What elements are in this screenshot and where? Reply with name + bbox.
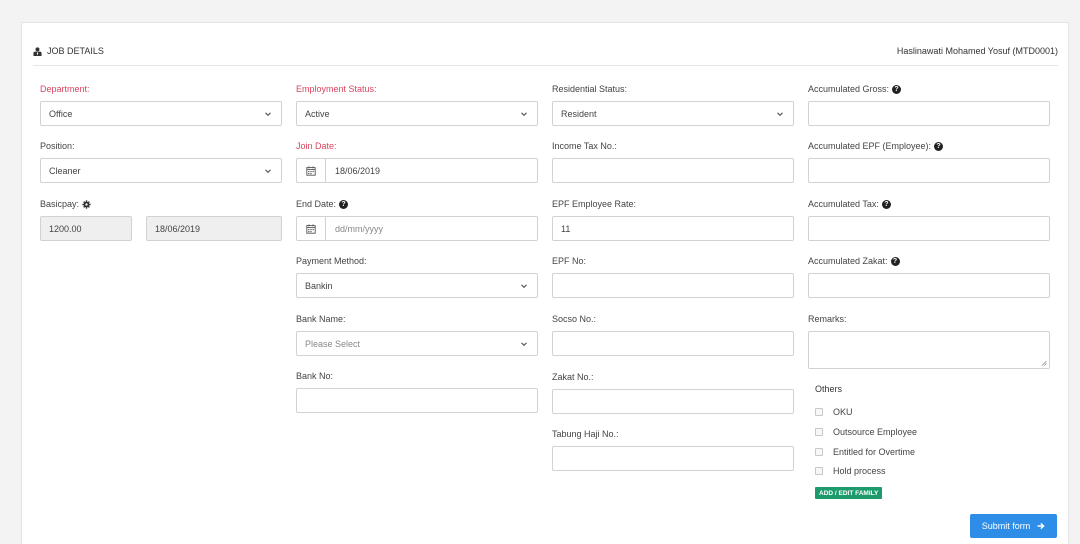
- question-icon[interactable]: ?: [892, 84, 902, 94]
- submit-form-label: Submit form: [981, 521, 1031, 531]
- epf-rate-value: 11: [561, 223, 571, 234]
- chevron-down-icon: [521, 284, 527, 289]
- chevron-down-icon: [521, 112, 527, 117]
- employment-status-value: Active: [305, 108, 330, 119]
- residential-status-value: Resident: [561, 108, 597, 119]
- checkbox-oku[interactable]: OKU: [815, 407, 853, 417]
- income-tax-input[interactable]: [552, 158, 794, 183]
- department-value: Office: [49, 108, 73, 119]
- residential-status-label: Residential Status:: [552, 84, 628, 94]
- department-label: Department:: [40, 84, 90, 94]
- bank-name-label: Bank Name:: [296, 314, 346, 324]
- checkbox-hold-process[interactable]: Hold process: [815, 466, 886, 476]
- tabung-haji-label: Tabung Haji No.:: [552, 429, 619, 439]
- bank-name-select[interactable]: Please Select: [296, 331, 538, 356]
- acc-tax-label: Accumulated Tax: ?: [808, 199, 891, 209]
- join-date-value: 18/06/2019: [335, 165, 381, 176]
- position-value: Cleaner: [49, 165, 81, 176]
- zakat-input[interactable]: [552, 389, 794, 414]
- basicpay-label-text: Basicpay:: [40, 199, 80, 209]
- calendar-icon[interactable]: [297, 217, 326, 240]
- acc-tax-input[interactable]: [808, 216, 1050, 241]
- acc-epf-label: Accumulated EPF (Employee): ?: [808, 141, 944, 151]
- end-date-label: End Date: ?: [296, 199, 349, 209]
- socso-input[interactable]: [552, 331, 794, 356]
- acc-zakat-label: Accumulated Zakat: ?: [808, 256, 900, 266]
- checkbox-entitled-overtime[interactable]: Entitled for Overtime: [815, 447, 915, 457]
- employee-name: Haslinawati Mohamed Yosuf (MTD0001): [896, 46, 1058, 56]
- checkbox-label: Outsource Employee: [833, 427, 918, 437]
- question-icon[interactable]: ?: [339, 199, 349, 209]
- user-icon: [33, 46, 42, 56]
- acc-gross-label: Accumulated Gross: ?: [808, 84, 902, 94]
- arrow-right-icon: [1037, 522, 1045, 530]
- question-icon[interactable]: ?: [934, 141, 944, 151]
- position-select[interactable]: Cleaner: [40, 158, 282, 183]
- checkbox-label: Hold process: [833, 466, 886, 476]
- panel-header: JOB DETAILS Haslinawati Mohamed Yosuf (M…: [33, 42, 1058, 66]
- epf-rate-input[interactable]: 11: [552, 216, 794, 241]
- epf-rate-label: EPF Employee Rate:: [552, 199, 637, 209]
- socso-label: Socso No.:: [552, 314, 597, 324]
- position-label: Position:: [40, 141, 75, 151]
- submit-form-button[interactable]: Submit form: [970, 514, 1057, 538]
- bank-name-placeholder: Please Select: [305, 338, 361, 349]
- remarks-textarea[interactable]: [808, 331, 1050, 369]
- basicpay-date: 18/06/2019: [155, 223, 201, 234]
- resize-handle-icon[interactable]: [1041, 360, 1047, 366]
- basicpay-label: Basicpay:: [40, 199, 91, 209]
- checkbox-box[interactable]: [815, 467, 823, 475]
- tabung-haji-input[interactable]: [552, 446, 794, 471]
- gear-icon[interactable]: [82, 199, 91, 209]
- join-date-label: Join Date:: [296, 141, 337, 151]
- basicpay-amount: 1200.00: [49, 223, 82, 234]
- acc-zakat-input[interactable]: [808, 273, 1050, 298]
- checkbox-box[interactable]: [815, 428, 823, 436]
- acc-epf-input[interactable]: [808, 158, 1050, 183]
- chevron-down-icon: [265, 169, 271, 174]
- checkbox-box[interactable]: [815, 408, 823, 416]
- end-date-placeholder: dd/mm/yyyy: [335, 223, 384, 234]
- panel-title-text: JOB DETAILS: [47, 46, 104, 56]
- acc-zakat-label-text: Accumulated Zakat:: [808, 256, 888, 266]
- chevron-down-icon: [521, 342, 527, 347]
- income-tax-label: Income Tax No.:: [552, 141, 617, 151]
- chevron-down-icon: [777, 112, 783, 117]
- acc-epf-label-text: Accumulated EPF (Employee):: [808, 141, 932, 151]
- residential-status-select[interactable]: Resident: [552, 101, 794, 126]
- acc-gross-label-text: Accumulated Gross:: [808, 84, 890, 94]
- bank-no-input[interactable]: [296, 388, 538, 413]
- bank-no-label: Bank No:: [296, 371, 334, 381]
- chevron-down-icon: [265, 112, 271, 117]
- others-title: Others: [815, 384, 843, 394]
- acc-tax-label-text: Accumulated Tax:: [808, 199, 879, 209]
- question-icon[interactable]: ?: [890, 256, 900, 266]
- checkbox-label: Entitled for Overtime: [833, 447, 916, 457]
- zakat-label: Zakat No.:: [552, 372, 594, 382]
- checkbox-box[interactable]: [815, 448, 823, 456]
- employment-status-label: Employment Status:: [296, 84, 377, 94]
- basicpay-amount-field: 1200.00: [40, 216, 132, 241]
- checkbox-outsource-employee[interactable]: Outsource Employee: [815, 427, 917, 437]
- payment-method-label: Payment Method:: [296, 256, 367, 266]
- end-date-label-text: End Date:: [296, 199, 337, 209]
- add-edit-family-button[interactable]: ADD / EDIT FAMILY: [815, 487, 883, 499]
- join-date-field[interactable]: 18/06/2019: [296, 158, 538, 183]
- department-select[interactable]: Office: [40, 101, 282, 126]
- end-date-field[interactable]: dd/mm/yyyy: [296, 216, 538, 241]
- checkbox-label: OKU: [833, 407, 853, 417]
- basicpay-date-field: 18/06/2019: [146, 216, 282, 241]
- employment-status-select[interactable]: Active: [296, 101, 538, 126]
- calendar-icon[interactable]: [297, 159, 326, 182]
- payment-method-value: Bankin: [305, 280, 333, 291]
- epf-no-label: EPF No:: [552, 256, 587, 266]
- acc-gross-input[interactable]: [808, 101, 1050, 126]
- payment-method-select[interactable]: Bankin: [296, 273, 538, 298]
- question-icon[interactable]: ?: [881, 199, 891, 209]
- panel-title: JOB DETAILS: [33, 46, 104, 56]
- epf-no-input[interactable]: [552, 273, 794, 298]
- remarks-label: Remarks:: [808, 314, 847, 324]
